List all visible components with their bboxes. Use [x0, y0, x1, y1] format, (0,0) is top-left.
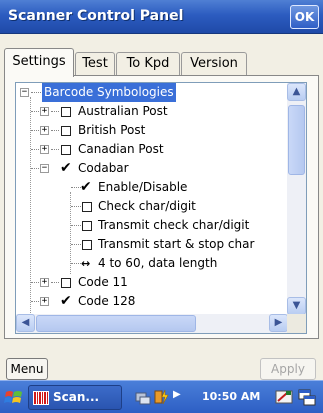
tree-connector: [71, 263, 81, 264]
keyboard-input-icon[interactable]: [275, 388, 293, 406]
settings-panel: − Barcode Symbologies + Australian Post …: [4, 75, 319, 339]
tab-to-kpd[interactable]: To Kpd: [116, 52, 180, 76]
tree-row-enable-disable[interactable]: ✔ Enable/Disable: [16, 178, 288, 197]
vertical-scroll-thumb[interactable]: [288, 105, 305, 175]
checkbox-unchecked[interactable]: [61, 126, 71, 136]
tree-item-label: Check char/digit: [98, 199, 196, 213]
tree-row-canadian-post[interactable]: + Canadian Post: [16, 140, 288, 159]
collapse-icon[interactable]: −: [20, 88, 29, 97]
tree-connector: [71, 244, 81, 245]
tree-row-transmit-start-stop[interactable]: Transmit start & stop char: [16, 235, 288, 254]
tree-row-transmit-check[interactable]: Transmit check char/digit: [16, 216, 288, 235]
expand-icon[interactable]: +: [40, 126, 49, 135]
tree-connector: [51, 111, 59, 112]
tree-root-label: Barcode Symbologies: [42, 83, 176, 102]
checkbox-unchecked[interactable]: [61, 145, 71, 155]
checkbox-unchecked[interactable]: [61, 278, 71, 288]
checkbox-unchecked[interactable]: [61, 107, 71, 117]
checkmark-icon[interactable]: ✔: [60, 292, 72, 311]
expand-icon[interactable]: +: [40, 107, 49, 116]
expand-icon[interactable]: +: [40, 278, 49, 287]
expand-icon[interactable]: +: [40, 145, 49, 154]
tree-connector: [71, 206, 81, 207]
tree-item-label: Codabar: [78, 161, 129, 175]
tree-item-label: Transmit start & stop char: [98, 237, 255, 251]
tree-item-label: Code 128: [78, 294, 136, 308]
tab-settings[interactable]: Settings: [4, 48, 74, 77]
tree-row-code-11[interactable]: + Code 11: [16, 273, 288, 292]
tree-item-label: Australian Post: [78, 104, 168, 118]
tree-item-label: Enable/Disable: [98, 180, 188, 194]
checkbox-unchecked[interactable]: [82, 240, 92, 250]
tree-connector: [51, 282, 59, 283]
tree-row-british-post[interactable]: + British Post: [16, 121, 288, 140]
title-bar: Scanner Control Panel OK: [0, 0, 323, 34]
tree-item-label: Transmit check char/digit: [98, 218, 250, 232]
tree-connector: [51, 130, 59, 131]
scrollbar-corner: [287, 314, 306, 333]
clock[interactable]: 10:50 AM: [202, 390, 260, 403]
range-icon: ↔: [81, 257, 91, 270]
tree-row-australian-post[interactable]: + Australian Post: [16, 102, 288, 121]
vertical-scrollbar[interactable]: ▲ ▼: [287, 83, 306, 315]
checkbox-unchecked[interactable]: [82, 221, 92, 231]
taskbar: Scan... ▶ 10:50 AM: [0, 380, 323, 413]
symbology-tree[interactable]: − Barcode Symbologies + Australian Post …: [15, 82, 307, 334]
battery-power-icon[interactable]: [152, 388, 170, 406]
tree-row-check-char[interactable]: Check char/digit: [16, 197, 288, 216]
tree-item-label: Code 11: [78, 275, 128, 289]
apply-button[interactable]: Apply: [260, 358, 316, 380]
menu-button[interactable]: Menu: [6, 358, 48, 380]
tree-row-codabar[interactable]: − ✔ Codabar: [16, 159, 288, 178]
tree-connector: [71, 225, 81, 226]
windows-start-icon[interactable]: [4, 388, 24, 408]
network-icon[interactable]: [134, 388, 152, 406]
tray-arrow-icon[interactable]: ▶: [173, 389, 181, 400]
desktop-windows-icon[interactable]: [298, 388, 316, 406]
tree-row-code-128[interactable]: + ✔ Code 128: [16, 292, 288, 311]
checkbox-unchecked[interactable]: [82, 202, 92, 212]
expand-icon[interactable]: +: [40, 297, 49, 306]
checkmark-icon[interactable]: ✔: [60, 159, 72, 178]
tree-item-label: 4 to 60, data length: [98, 256, 218, 270]
task-button-label: Scan...: [53, 390, 100, 404]
ok-button[interactable]: OK: [290, 5, 319, 29]
scroll-right-icon[interactable]: ▶: [269, 314, 288, 332]
tab-version[interactable]: Version: [181, 52, 247, 76]
tree-connector: [51, 149, 59, 150]
window-body: Settings Test To Kpd Version − Barcode S…: [0, 34, 323, 380]
tree-connector: [31, 92, 41, 93]
tree-row-data-length[interactable]: ↔ 4 to 60, data length: [16, 254, 288, 273]
collapse-icon[interactable]: −: [40, 164, 49, 173]
horizontal-scroll-thumb[interactable]: [36, 315, 196, 332]
checkmark-icon[interactable]: ✔: [80, 178, 92, 197]
horizontal-scrollbar[interactable]: ◀ ▶: [16, 314, 288, 333]
tree-item-label: British Post: [78, 123, 146, 137]
tab-test[interactable]: Test: [75, 52, 115, 76]
tree-row-root[interactable]: − Barcode Symbologies: [16, 83, 288, 102]
task-button-scanner[interactable]: Scan...: [28, 385, 122, 410]
scroll-left-icon[interactable]: ◀: [16, 314, 35, 332]
tree-item-label: Canadian Post: [78, 142, 164, 156]
tree-viewport: − Barcode Symbologies + Australian Post …: [16, 83, 288, 315]
barcode-app-icon: [33, 391, 49, 405]
scroll-down-icon[interactable]: ▼: [287, 297, 306, 315]
window-title: Scanner Control Panel: [8, 8, 184, 24]
scroll-up-icon[interactable]: ▲: [287, 83, 306, 101]
